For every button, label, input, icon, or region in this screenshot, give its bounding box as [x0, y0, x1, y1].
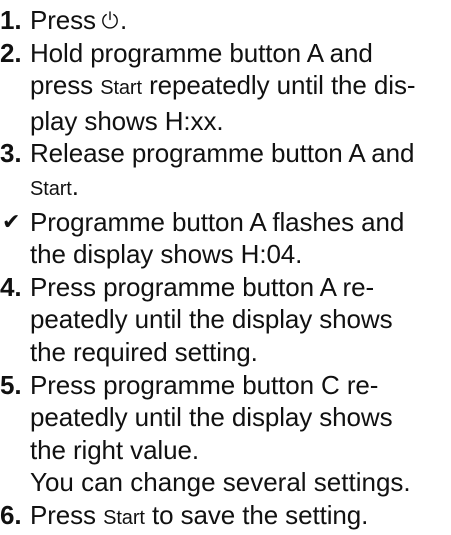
step-text: Press programme button A re- peatedly un… — [30, 271, 451, 369]
step-text-segment: Press — [30, 5, 96, 35]
step-result: ✔ Programme button A flashes and the dis… — [0, 206, 451, 271]
step-text: Programme button A flashes and the displ… — [30, 206, 451, 271]
step-text: Release programme button A and Start. — [30, 137, 451, 205]
step-text-segment: to save the setting. — [144, 499, 369, 530]
instruction-list: 1. Press. 2. Hold programme button A and… — [0, 4, 451, 535]
step-note: You can change several settings. — [30, 467, 411, 498]
step-5: 5. Press programme button C re- peatedly… — [0, 369, 451, 467]
start-button-label: Start — [103, 506, 145, 529]
step-text-segment: Release programme button A and — [30, 138, 415, 169]
step-number: 6. — [0, 499, 22, 530]
step-number: 3. — [0, 138, 22, 169]
step-1: 1. Press. — [0, 4, 451, 37]
step-number: 5. — [0, 369, 22, 400]
step-3: 3. Release programme button A and Start. — [0, 137, 451, 205]
power-icon — [100, 10, 120, 30]
step-text-segment: Press programme button A re- peatedly un… — [30, 271, 393, 367]
step-text-segment: Press programme button C re- peatedly un… — [30, 369, 393, 465]
step-text: Press programme button C re- peatedly un… — [30, 369, 451, 467]
step-2: 2. Hold programme button A and press Sta… — [0, 37, 451, 138]
step-6: 6. Press Start to save the setting. — [0, 499, 451, 535]
checkmark-icon: ✔ — [2, 208, 21, 234]
step-text-segment: . — [71, 170, 79, 201]
step-number: 2. — [0, 37, 22, 68]
step-number: 1. — [0, 5, 22, 35]
start-button-label: Start — [100, 77, 142, 100]
step-text: Hold programme button A and press Start … — [30, 37, 451, 138]
start-button-label: Start — [30, 177, 72, 200]
step-4: 4. Press programme button A re- peatedly… — [0, 271, 451, 369]
step-number: 4. — [0, 271, 22, 302]
step-text-segment: . — [119, 5, 128, 35]
step-text-segment: Programme button A flashes and the displ… — [30, 206, 405, 270]
step-text: Press. — [30, 4, 451, 37]
step-text-segment: Press — [30, 499, 104, 530]
step-text: Press Start to save the setting. — [30, 499, 451, 535]
